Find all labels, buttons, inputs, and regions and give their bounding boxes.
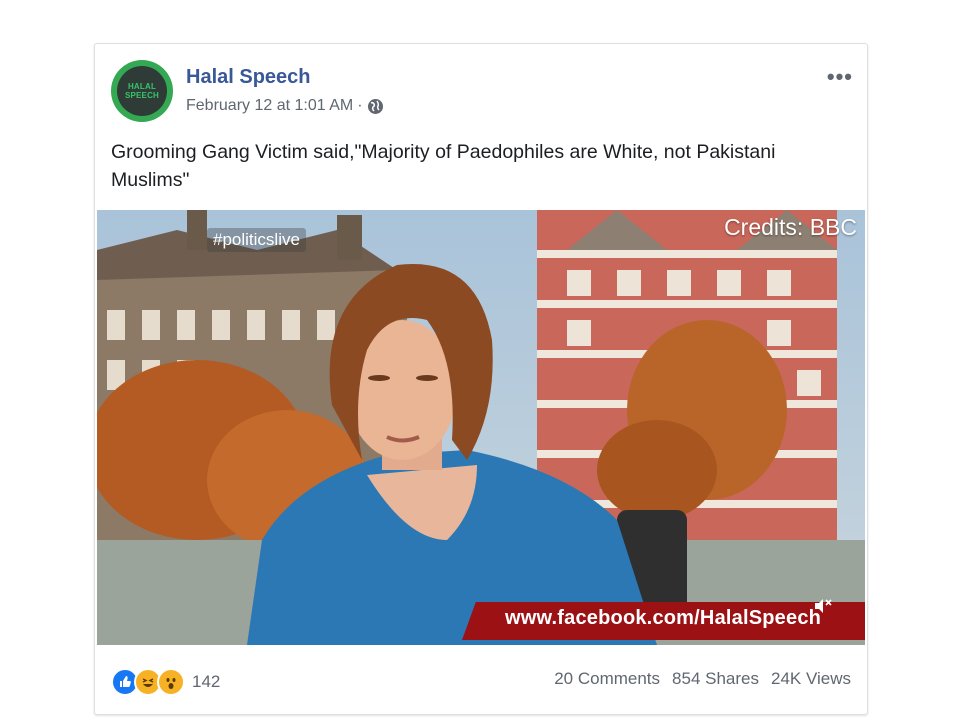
credits-overlay: Credits: BBC: [724, 214, 857, 240]
post-timestamp[interactable]: February 12 at 1:01 AM: [186, 97, 353, 115]
post-meta: February 12 at 1:01 AM ·: [186, 97, 384, 115]
globe-icon: [367, 98, 384, 115]
reactions-summary[interactable]: 142: [111, 668, 220, 696]
meta-separator: ·: [357, 97, 363, 114]
banner-text: www.facebook.com/HalalSpeech: [505, 607, 822, 629]
mute-icon[interactable]: [812, 596, 832, 616]
comments-count[interactable]: 20 Comments: [554, 669, 660, 689]
post-footer: 142 20 Comments 854 Shares 24K Views: [95, 646, 867, 714]
views-count: 24K Views: [770, 669, 851, 688]
page-avatar[interactable]: HALAL SPEECH: [111, 60, 173, 122]
post-card: HALAL SPEECH Halal Speech February 12 at…: [94, 43, 868, 715]
video-frame: [97, 210, 865, 645]
video-player[interactable]: #politicslive Credits: BBC www.facebook.…: [97, 210, 865, 645]
avatar-text-line1: HALAL: [127, 82, 157, 91]
post-caption: Grooming Gang Victim said,"Majority of P…: [111, 141, 776, 191]
more-options-icon[interactable]: •••: [827, 64, 853, 90]
avatar-logo: HALAL SPEECH: [117, 66, 167, 116]
shares-count[interactable]: 854 Shares: [672, 669, 759, 689]
wow-icon: [157, 668, 185, 696]
reaction-count[interactable]: 142: [192, 672, 220, 692]
avatar-text-line2: SPEECH: [124, 91, 160, 100]
post-stats: 20 Comments 854 Shares 24K Views: [554, 669, 851, 689]
hashtag-overlay: #politicslive: [207, 228, 306, 252]
page-name-link[interactable]: Halal Speech: [186, 66, 311, 89]
